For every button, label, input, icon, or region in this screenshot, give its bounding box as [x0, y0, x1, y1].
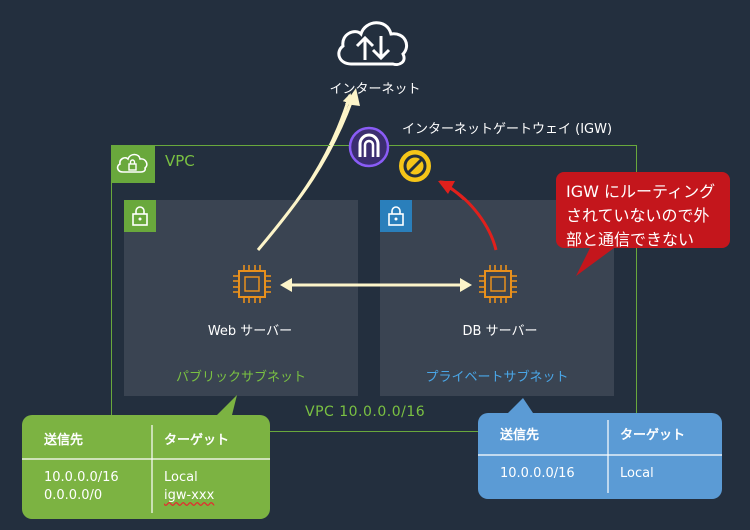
- public-route-target-2: igw-xxx: [164, 488, 215, 503]
- callout-line: されていないので外: [566, 206, 710, 225]
- public-route-header-target: ターゲット: [164, 433, 230, 448]
- vpc-cidr-label: VPC 10.0.0.0/16: [305, 404, 426, 420]
- private-route-header-destination: 送信先: [500, 428, 540, 443]
- public-route-header-destination: 送信先: [44, 433, 84, 448]
- public-route-dest-1: 10.0.0.0/16: [44, 470, 119, 485]
- callout-line: 部と通信できない: [566, 230, 695, 249]
- public-route-dest-2: 0.0.0.0/0: [44, 488, 103, 503]
- private-route-header-target: ターゲット: [620, 428, 686, 443]
- private-route-target-1: Local: [620, 466, 654, 481]
- private-route-table-bubble: [478, 398, 722, 499]
- callout-text: IGW にルーティング されていないので外 部と通信できない: [566, 180, 726, 252]
- private-route-dest-1: 10.0.0.0/16: [500, 466, 575, 481]
- public-route-target-1: Local: [164, 470, 198, 485]
- callout-line: IGW にルーティング: [566, 182, 716, 201]
